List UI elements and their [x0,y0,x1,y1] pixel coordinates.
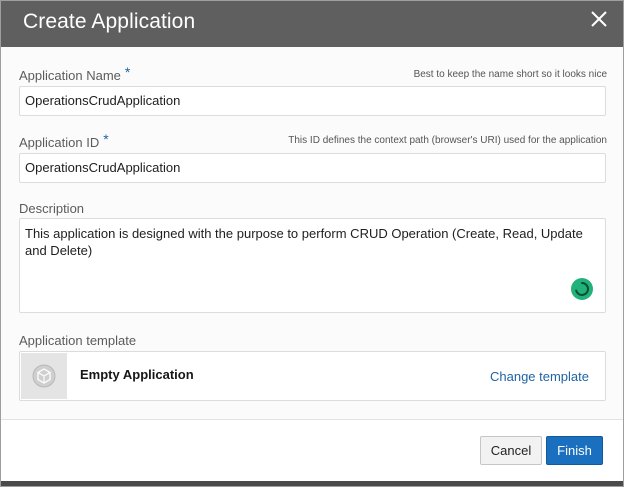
required-mark: * [103,131,109,147]
app-name-label-text: Application Name [19,68,121,83]
app-id-hint: This ID defines the context path (browse… [288,135,607,146]
app-name-input[interactable]: OperationsCrudApplication [19,86,606,116]
template-label: Application template [19,333,137,348]
cancel-button[interactable]: Cancel [480,436,542,465]
required-mark: * [124,64,131,80]
template-card: Empty Application Change template [19,351,606,401]
window-bottom-edge [1,481,623,486]
description-textarea[interactable]: This application is designed with the pu… [19,218,606,313]
finish-button[interactable]: Finish [546,436,603,465]
app-id-label: Application ID * [19,131,109,151]
template-thumbnail [21,353,67,399]
dialog-header: Create Application [1,1,623,47]
app-name-label: Application Name * [19,64,131,84]
description-label: Description [19,201,85,216]
dialog-body: Application Name * Best to keep the name … [1,47,623,419]
dialog-title: Create Application [23,10,196,33]
cube-icon [32,364,56,388]
dialog-footer: Cancel Finish [1,420,623,480]
close-button[interactable] [589,9,609,29]
create-application-dialog: Create Application Application Name * Bes… [0,0,624,487]
change-template-link[interactable]: Change template [490,369,589,385]
app-name-hint: Best to keep the name short so it looks … [413,69,607,80]
app-id-input[interactable]: OperationsCrudApplication [19,153,606,183]
spinner-icon [575,282,589,296]
app-id-label-text: Application ID [19,135,100,150]
close-icon [591,11,607,27]
loading-spinner [571,278,593,300]
description-text: This application is designed with the pu… [25,226,583,258]
template-name: Empty Application [80,367,194,382]
